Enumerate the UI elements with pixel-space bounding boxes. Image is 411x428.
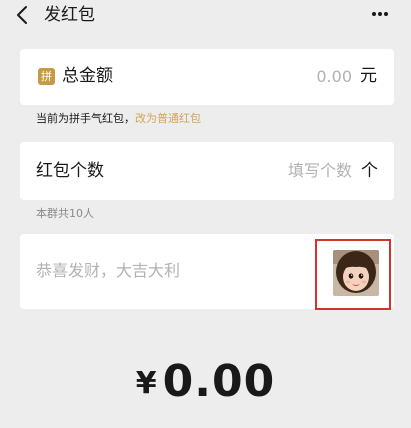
amount-unit: 元 xyxy=(360,66,377,86)
more-horizontal-icon[interactable] xyxy=(371,11,389,17)
mode-hint-text: 当前为拼手气红包， xyxy=(36,112,135,125)
mode-hint: 当前为拼手气红包，改为普通红包 xyxy=(36,112,201,126)
red-packet-cover-photo[interactable] xyxy=(333,250,379,296)
count-input[interactable]: 填写个数 xyxy=(288,160,352,182)
amount-input[interactable]: 0.00 xyxy=(316,66,352,88)
page-title: 发红包 xyxy=(44,5,95,25)
currency-symbol: ¥ xyxy=(135,366,157,401)
total-amount-display: ¥0.00 xyxy=(0,356,411,408)
count-field[interactable]: 红包个数 填写个数 个 xyxy=(20,142,394,200)
group-size-hint: 本群共10人 xyxy=(36,207,94,220)
pin-badge-icon: 拼 xyxy=(38,68,55,85)
nav-bar: 发红包 xyxy=(0,0,411,32)
amount-field[interactable]: 拼 总金额 0.00 元 xyxy=(20,49,394,105)
cover-photo-highlight xyxy=(315,239,391,310)
total-amount: 0.00 xyxy=(162,356,276,407)
red-packet-page: 发红包 拼 总金额 0.00 元 当前为拼手气红包，改为普通红包 红包个数 填写… xyxy=(0,0,411,428)
amount-label: 总金额 xyxy=(62,66,113,86)
count-label: 红包个数 xyxy=(36,161,104,181)
switch-to-normal-link[interactable]: 改为普通红包 xyxy=(135,112,201,125)
greeting-input[interactable]: 恭喜发财，大吉大利 xyxy=(36,260,180,282)
chevron-left-icon[interactable] xyxy=(14,5,30,25)
count-unit: 个 xyxy=(361,161,378,181)
